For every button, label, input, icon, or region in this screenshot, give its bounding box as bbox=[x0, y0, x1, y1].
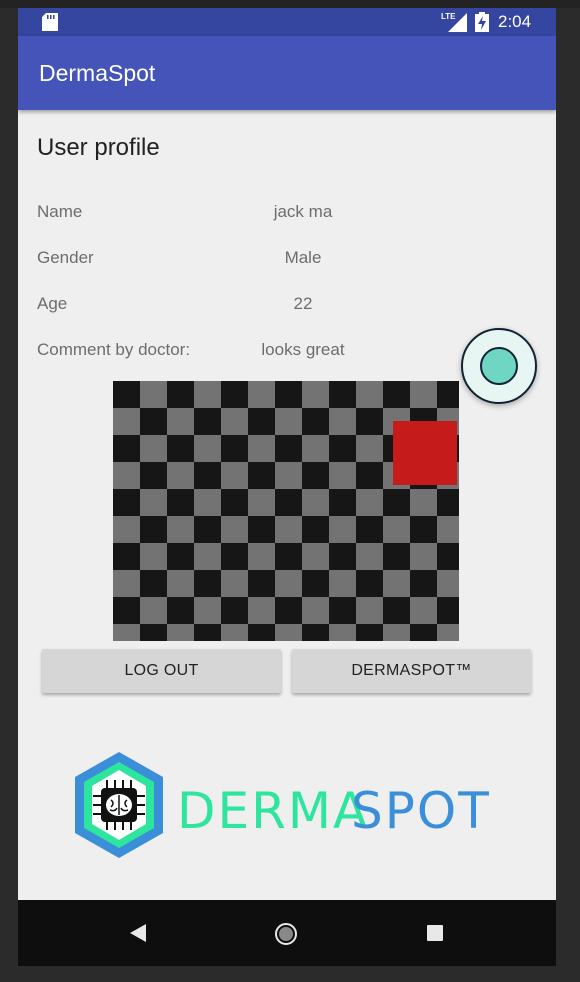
navigation-bar bbox=[18, 900, 556, 966]
back-icon[interactable] bbox=[128, 922, 148, 944]
doctor-comment-value: looks great bbox=[261, 340, 345, 359]
device-frame-top bbox=[0, 0, 580, 8]
gender-value: Male bbox=[284, 248, 322, 267]
dermaspot-logo: DERMA SPOT bbox=[75, 752, 491, 858]
age-label: Age bbox=[37, 294, 68, 313]
page-title: User profile bbox=[37, 134, 160, 161]
svg-text:LTE: LTE bbox=[441, 12, 456, 21]
sd-card-icon bbox=[42, 13, 58, 31]
battery-charging-icon bbox=[475, 12, 489, 32]
skin-spot-marker bbox=[393, 421, 457, 485]
dermaspot-button[interactable]: DERMASPOT™ bbox=[292, 649, 531, 693]
home-icon[interactable] bbox=[274, 922, 298, 946]
name-label: Name bbox=[37, 202, 83, 221]
recent-apps-icon[interactable] bbox=[427, 925, 443, 941]
name-value: jack ma bbox=[273, 202, 333, 221]
status-clock: 2:04 bbox=[498, 12, 532, 31]
skin-image-preview[interactable] bbox=[113, 381, 459, 641]
svg-text:SPOT: SPOT bbox=[351, 782, 491, 840]
age-value: 22 bbox=[293, 294, 313, 313]
gender-label: Gender bbox=[37, 248, 94, 267]
svg-text:DERMA: DERMA bbox=[177, 782, 369, 840]
status-bar: LTE 2:04 bbox=[18, 8, 556, 36]
fab-inner-circle-icon bbox=[480, 347, 518, 385]
logout-button[interactable]: LOG OUT bbox=[42, 649, 281, 693]
device-frame-bottom bbox=[0, 966, 580, 982]
lte-signal-icon: LTE bbox=[441, 12, 467, 32]
doctor-comment-label: Comment by doctor: bbox=[37, 340, 191, 359]
app-title: DermaSpot bbox=[39, 60, 156, 86]
floating-action-button[interactable] bbox=[461, 328, 537, 404]
phone-screen: LTE 2:04 DermaSpot User profile Name jac… bbox=[18, 8, 556, 966]
app-bar: DermaSpot bbox=[18, 36, 556, 110]
